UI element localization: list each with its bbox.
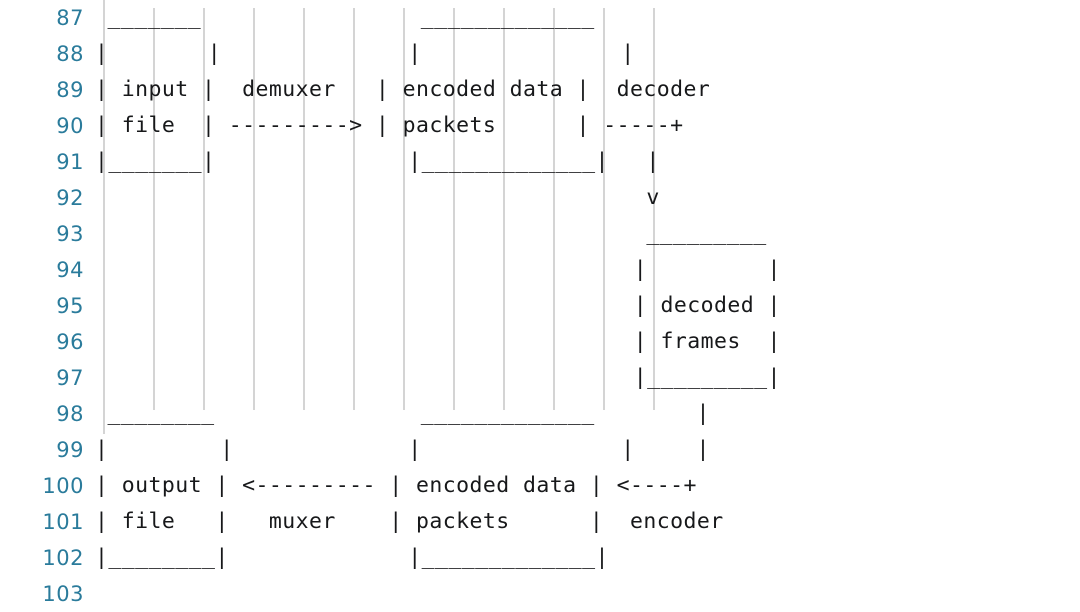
code-line-segment: |________| xyxy=(95,545,229,570)
indent-guide xyxy=(303,8,305,410)
indent-guide xyxy=(453,8,455,410)
code-line-segment: ________ xyxy=(107,401,215,426)
code-line-segment: | input | demuxer | encoded data | decod… xyxy=(95,77,711,102)
code-line-segment: _____________ xyxy=(420,401,595,426)
indent-guide xyxy=(353,8,355,410)
line-number-gutter: 87 88 89 90 91 92 93 94 95 96 97 98 99 100 101 102 103 xyxy=(0,0,84,606)
line-number: 92 xyxy=(56,186,84,210)
code-line-segment: | | xyxy=(633,257,781,282)
code-line-segment: | file | ---------> | packets | -----+ xyxy=(95,113,684,138)
code-content-area[interactable]: _______ _____________ | | | | | input | demuxe… xyxy=(95,0,1080,604)
line-number: 100 xyxy=(42,474,84,498)
indent-guide xyxy=(253,8,255,410)
code-line-segment: |_________| xyxy=(633,365,781,390)
code-line-segment: | xyxy=(95,41,109,66)
line-number: 102 xyxy=(42,546,84,570)
code-line-segment: |_____________| xyxy=(408,149,609,174)
code-line-segment: | xyxy=(207,41,222,66)
code-line-segment: | decoded | xyxy=(633,293,781,318)
code-line-segment: | output | <--------- | encoded data | <… xyxy=(95,473,697,498)
code-viewer: 87 88 89 90 91 92 93 94 95 96 97 98 99 100 101 102 103 _… xyxy=(0,0,1080,606)
code-line-segment: | xyxy=(621,41,635,66)
code-line-segment: | frames | xyxy=(633,329,781,354)
line-number: 93 xyxy=(56,222,84,246)
line-number: 87 xyxy=(56,6,84,30)
code-line-segment: v xyxy=(646,185,660,210)
line-number: 97 xyxy=(56,366,84,390)
line-number: 88 xyxy=(56,42,84,66)
line-number: 99 xyxy=(56,438,84,462)
code-line-segment: | file | muxer | packets | encoder xyxy=(95,509,724,534)
indent-guide xyxy=(403,8,405,410)
line-number: 89 xyxy=(56,78,84,102)
line-number: 98 xyxy=(56,402,84,426)
line-number: 95 xyxy=(56,294,84,318)
code-line-segment: | xyxy=(646,149,660,174)
code-line-segment: | xyxy=(408,437,422,462)
line-number: 94 xyxy=(56,258,84,282)
indent-guide xyxy=(153,8,155,410)
line-number: 96 xyxy=(56,330,84,354)
indent-guide xyxy=(203,8,205,410)
code-line-segment: _____________ xyxy=(420,5,595,30)
code-line-segment: |_____________| xyxy=(408,545,609,570)
code-line-segment: | xyxy=(621,437,635,462)
code-line-segment: | xyxy=(95,437,109,462)
indent-guide xyxy=(503,8,505,410)
indent-guide xyxy=(603,8,605,410)
line-number: 101 xyxy=(42,510,84,534)
code-line-segment: | xyxy=(408,41,422,66)
line-number: 90 xyxy=(56,114,84,138)
code-line-segment: _______ xyxy=(107,5,202,30)
line-number: 91 xyxy=(56,150,84,174)
indent-guide xyxy=(553,8,555,410)
line-number: 103 xyxy=(42,582,84,606)
code-line-segment: | xyxy=(220,437,234,462)
code-line-segment: |_______| xyxy=(95,149,216,174)
code-line-segment: _________ xyxy=(646,221,767,246)
code-line-segment: | xyxy=(696,401,710,426)
code-line-segment: | xyxy=(696,437,710,462)
